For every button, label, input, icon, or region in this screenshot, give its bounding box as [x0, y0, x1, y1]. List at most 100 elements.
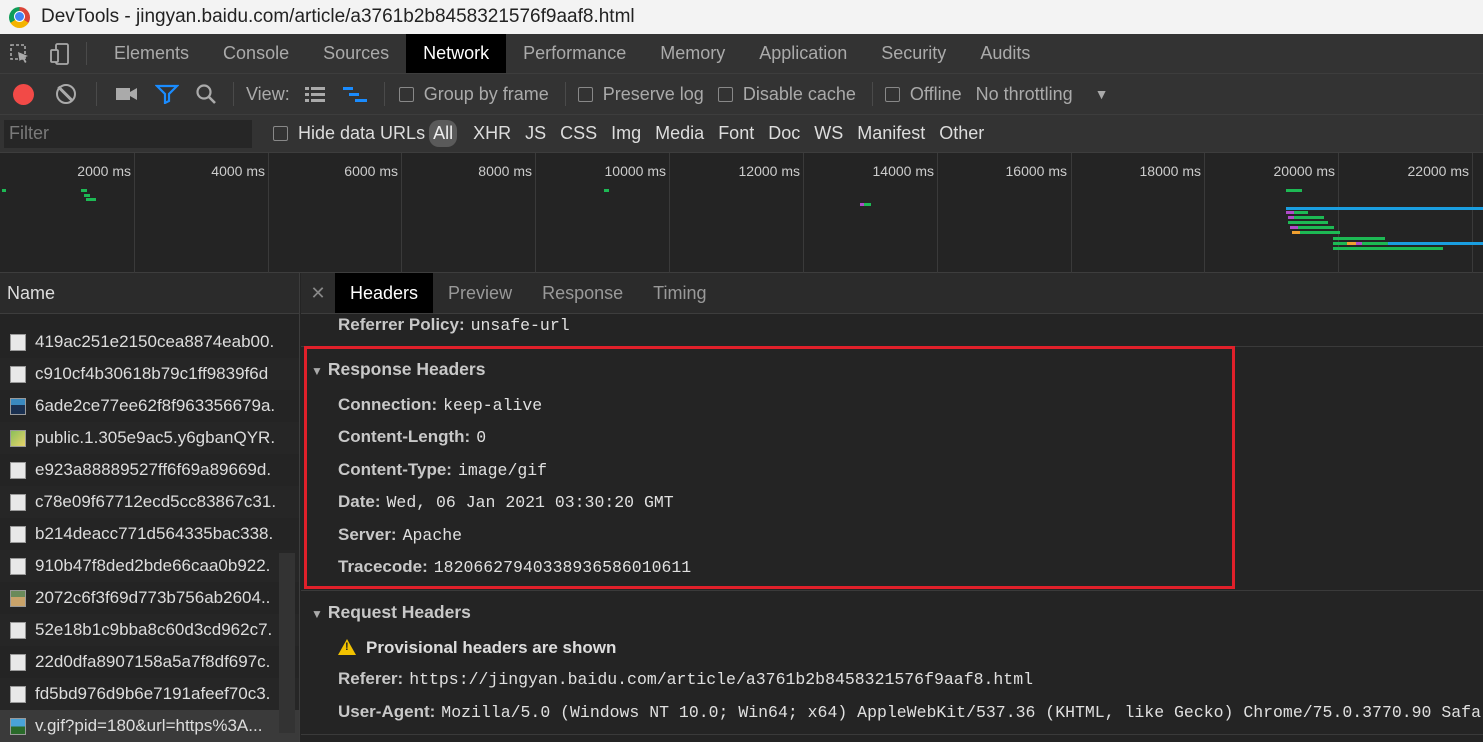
disable-cache-checkbox[interactable] — [717, 86, 733, 102]
toolbar-divider — [383, 82, 385, 106]
filter-type-img[interactable]: Img — [604, 123, 648, 144]
triangle-down-icon: ▼ — [311, 607, 323, 621]
filter-type-other[interactable]: Other — [932, 123, 991, 144]
request-row[interactable]: 2072c6f3f69d773b756ab2604.. — [0, 582, 299, 614]
group-by-frame-checkbox[interactable] — [398, 86, 414, 102]
overview-request-bar — [1333, 242, 1347, 245]
inspect-element-icon[interactable] — [0, 34, 40, 73]
filter-type-doc[interactable]: Doc — [761, 123, 807, 144]
overview-request-bar — [1292, 231, 1300, 234]
filter-icon[interactable] — [155, 84, 179, 104]
filter-type-xhr[interactable]: XHR — [466, 123, 518, 144]
file-icon — [10, 365, 26, 383]
hide-data-urls-label: Hide data URLs — [298, 123, 426, 143]
tab-network[interactable]: Network — [406, 34, 507, 73]
search-icon[interactable] — [195, 83, 217, 105]
overview-request-bar — [604, 189, 609, 192]
request-row[interactable]: b214deacc771d564335bac338. — [0, 518, 299, 550]
request-row[interactable]: 52e18b1c9bba8c60d3cd962c7. — [0, 614, 299, 646]
provisional-headers-warning: Provisional headers are shown — [338, 638, 616, 658]
tab-application[interactable]: Application — [742, 34, 864, 73]
tab-memory[interactable]: Memory — [643, 34, 742, 73]
tab-security[interactable]: Security — [864, 34, 963, 73]
filter-type-all[interactable]: All — [429, 120, 458, 147]
request-row[interactable]: 419ac251e2150cea8874eab00. — [0, 326, 299, 358]
request-row[interactable]: fd5bd976d9b6e7191afeef70c3. — [0, 678, 299, 710]
overview-request-bar — [1294, 216, 1324, 219]
request-row[interactable]: public.1.305e9ac5.y6gbanQYR. — [0, 422, 299, 454]
window-titlebar: DevTools - jingyan.baidu.com/article/a37… — [0, 0, 1483, 34]
overview-tick-label: 6000 ms — [344, 163, 398, 179]
tab-elements[interactable]: Elements — [97, 34, 206, 73]
request-row[interactable]: 22d0dfa8907158a5a7f8df697c. — [0, 646, 299, 678]
offline-checkbox[interactable] — [884, 86, 900, 102]
network-overview-timeline[interactable]: 2000 ms 4000 ms 6000 ms 8000 ms 10000 ms… — [0, 153, 1483, 273]
waterfall-view-icon[interactable] — [342, 85, 368, 103]
overview-request-bar — [1347, 242, 1356, 245]
overview-request-bar — [1286, 211, 1294, 214]
group-by-frame-label: Group by frame — [423, 83, 549, 104]
clear-button[interactable] — [56, 84, 76, 104]
overview-request-bar — [1362, 242, 1388, 245]
overview-gridline — [803, 153, 804, 273]
tab-preview[interactable]: Preview — [433, 273, 527, 313]
overview-request-bar — [1300, 231, 1340, 234]
preserve-log-checkbox[interactable] — [577, 86, 593, 102]
throttling-select[interactable]: No throttling — [976, 84, 1073, 105]
filter-type-font[interactable]: Font — [711, 123, 761, 144]
network-toolbar: View: Group by frame Preserve log Disabl… — [0, 74, 1483, 115]
chevron-down-icon[interactable]: ▼ — [1095, 86, 1109, 102]
header-row-referrer-policy: Referrer Policy: unsafe-url — [338, 315, 570, 335]
request-details-panel: ✕ Headers Preview Response Timing Referr… — [301, 273, 1483, 742]
gif-icon — [10, 717, 26, 735]
capture-screenshots-icon[interactable] — [115, 86, 139, 102]
filter-type-css[interactable]: CSS — [553, 123, 604, 144]
tab-response[interactable]: Response — [527, 273, 638, 313]
close-icon[interactable]: ✕ — [301, 273, 335, 313]
overview-gridline — [134, 153, 135, 273]
filter-type-manifest[interactable]: Manifest — [850, 123, 932, 144]
name-column-scrollbar[interactable] — [279, 553, 295, 733]
request-row[interactable]: 910b47f8ded2bde66caa0b922. — [0, 550, 299, 582]
record-button[interactable] — [13, 83, 34, 105]
request-headers-section-title[interactable]: ▼ Request Headers — [311, 602, 471, 623]
toolbar-divider — [233, 82, 234, 106]
tab-audits[interactable]: Audits — [963, 34, 1047, 73]
image-icon — [10, 589, 26, 607]
overview-request-bar — [2, 189, 6, 192]
disable-cache-label: Disable cache — [742, 83, 856, 104]
device-toolbar-icon[interactable] — [40, 34, 80, 73]
tab-timing[interactable]: Timing — [638, 273, 721, 313]
request-row[interactable]: c78e09f67712ecd5cc83867c31. — [0, 486, 299, 518]
header-row-user-agent: User-Agent: Mozilla/5.0 (Windows NT 10.0;… — [338, 702, 1481, 722]
overview-gridline — [937, 153, 938, 273]
header-row-referer: Referer: https://jingyan.baidu.com/articl… — [338, 669, 1034, 689]
request-name-column: Name 419ac251e2150cea8874eab00. c910cf4b… — [0, 273, 300, 742]
hide-data-urls-checkbox[interactable] — [273, 126, 288, 141]
name-column-header[interactable]: Name — [0, 273, 299, 314]
overview-request-bar — [1294, 211, 1308, 214]
overview-tick-label: 18000 ms — [1139, 163, 1201, 179]
filter-type-js[interactable]: JS — [518, 123, 553, 144]
filter-type-ws[interactable]: WS — [807, 123, 850, 144]
overview-request-bar — [81, 189, 87, 192]
large-rows-icon[interactable] — [304, 85, 326, 103]
request-row[interactable]: e923a88889527ff6f69a89669d. — [0, 454, 299, 486]
request-row-selected[interactable]: v.gif?pid=180&url=https%3A... — [0, 710, 299, 742]
request-row[interactable]: c910cf4b30618b79c1ff9839f6d — [0, 358, 299, 390]
tab-console[interactable]: Console — [206, 34, 306, 73]
filter-input[interactable] — [4, 119, 252, 148]
filter-type-media[interactable]: Media — [648, 123, 711, 144]
request-row[interactable]: 6ade2ce77ee62f8f963356679a. — [0, 390, 299, 422]
overview-request-bar — [1298, 226, 1334, 229]
overview-request-bar — [864, 203, 871, 206]
overview-tick-label: 2000 ms — [77, 163, 131, 179]
section-divider — [301, 734, 1483, 735]
tab-headers[interactable]: Headers — [335, 273, 434, 313]
file-icon — [10, 653, 26, 671]
tab-sources[interactable]: Sources — [306, 34, 406, 73]
tab-performance[interactable]: Performance — [506, 34, 643, 73]
overview-request-bar — [1333, 247, 1443, 250]
overview-tick-label: 16000 ms — [1005, 163, 1067, 179]
overview-request-bar — [84, 194, 90, 197]
